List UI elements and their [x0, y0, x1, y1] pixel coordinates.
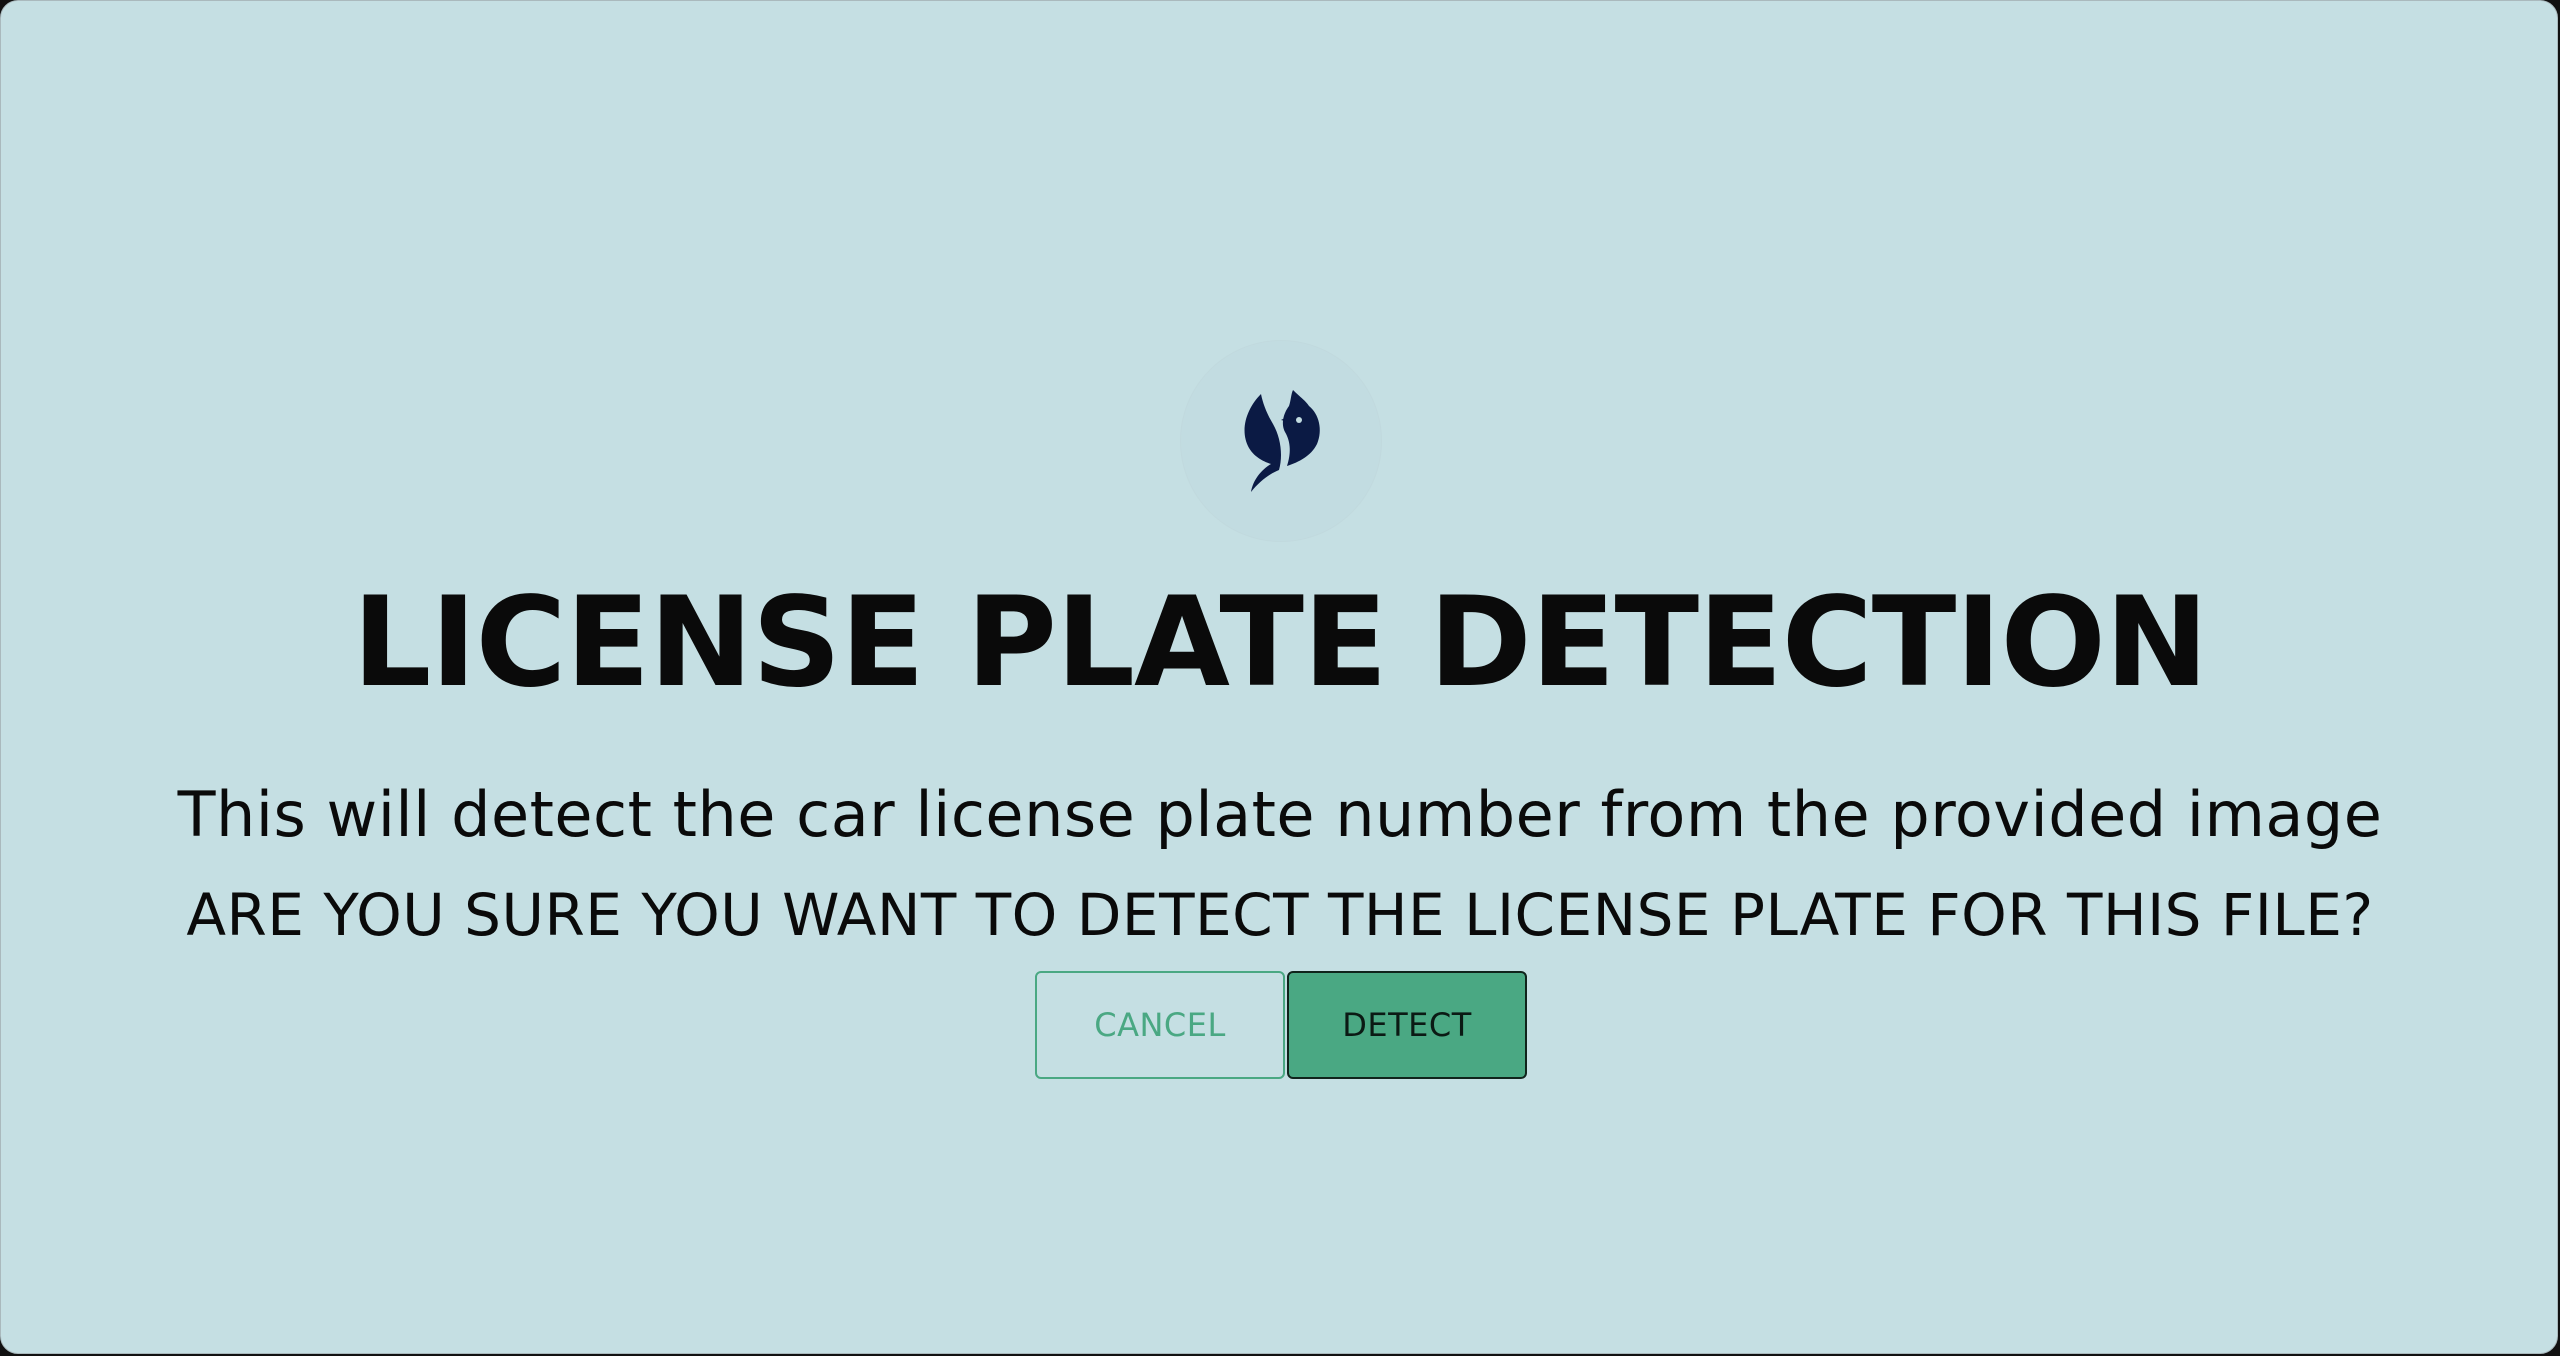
bird-logo-icon — [1244, 390, 1320, 492]
detect-button[interactable]: DETECT — [1287, 971, 1527, 1079]
logo-badge — [1181, 341, 1381, 541]
cancel-button[interactable]: CANCEL — [1035, 971, 1285, 1079]
confirmation-dialog: LICENSE PLATE DETECTION This will detect… — [0, 0, 2558, 1354]
dialog-title: LICENSE PLATE DETECTION — [352, 571, 2208, 715]
confirm-question: ARE YOU SURE YOU WANT TO DETECT THE LICE… — [186, 881, 2374, 949]
dialog-description: This will detect the car license plate n… — [177, 778, 2383, 851]
